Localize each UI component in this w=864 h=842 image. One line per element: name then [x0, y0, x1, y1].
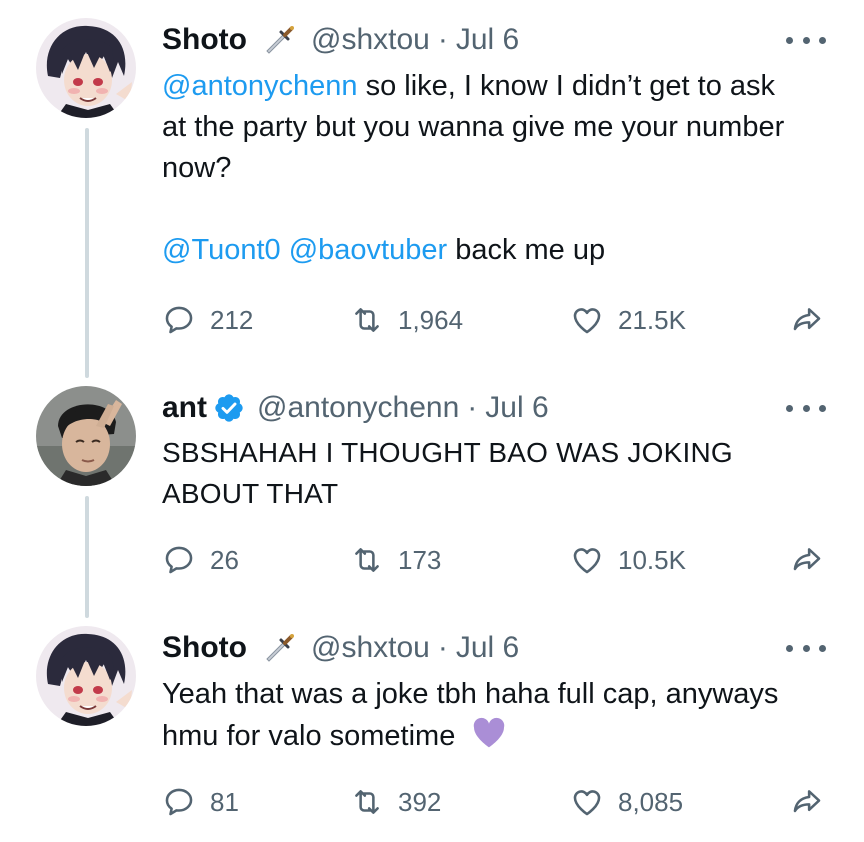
action-bar: 81 392 8,085: [162, 782, 842, 822]
reply-count: 81: [210, 786, 239, 817]
retweet-button[interactable]: 1,964: [350, 300, 463, 340]
text-line: ABOUT THAT: [162, 478, 339, 509]
display-name[interactable]: ant: [162, 391, 207, 425]
action-bar: 212 1,964 21.5K: [162, 300, 842, 340]
text-line: @Tuont0 @baovtuber back me up: [162, 230, 842, 271]
share-icon: [793, 548, 821, 571]
verified-badge-icon: [213, 392, 245, 424]
retweet-button[interactable]: 392: [350, 782, 441, 822]
text-line: SBSHAHAH I THOUGHT BAO WAS JOKING: [162, 437, 733, 468]
reply-button[interactable]: 26: [162, 540, 239, 580]
text-line: Yeah that was a joke tbh haha full cap, …: [162, 678, 779, 710]
like-count: 21.5K: [618, 304, 686, 335]
purple-heart-icon: [471, 715, 507, 763]
tweet-text: Yeah that was a joke tbh haha full cap, …: [162, 674, 842, 763]
action-bar: 26 173 10.5K: [162, 540, 842, 580]
reply-button[interactable]: 81: [162, 782, 239, 822]
text-line: @antonychenn so like, I know I didn’t ge…: [162, 66, 842, 107]
like-count: 8,085: [618, 786, 684, 817]
like-button[interactable]: 8,085: [570, 782, 683, 822]
heart-icon: [573, 548, 601, 574]
timestamp[interactable]: Jul 6: [456, 631, 519, 665]
reply-icon: [165, 306, 193, 334]
share-button[interactable]: [790, 540, 824, 580]
timestamp[interactable]: Jul 6: [456, 23, 519, 57]
mention-link[interactable]: @antonychenn: [162, 70, 358, 102]
text-line: now?: [162, 152, 232, 184]
text-segment: hmu for valo sometime: [162, 720, 456, 752]
handle[interactable]: @antonychenn: [257, 391, 459, 425]
mention-link[interactable]: @Tuont0: [162, 234, 281, 266]
share-icon: [793, 790, 821, 813]
separator: ·: [437, 631, 448, 664]
retweet-icon: [355, 548, 379, 572]
tweet-3[interactable]: Shoto @shxtou · Jul 6 Yeah that was a jo…: [0, 618, 864, 842]
retweet-button[interactable]: 173: [350, 540, 441, 580]
reply-icon: [165, 546, 193, 574]
timestamp[interactable]: Jul 6: [485, 391, 548, 425]
tweet-text: SBSHAHAH I THOUGHT BAO WAS JOKING ABOUT …: [162, 432, 842, 514]
text-line: hmu for valo sometime: [162, 715, 842, 763]
like-button[interactable]: 10.5K: [570, 540, 686, 580]
text-segment: back me up: [447, 234, 606, 266]
like-button[interactable]: 21.5K: [570, 300, 686, 340]
reply-button[interactable]: 212: [162, 300, 253, 340]
share-button[interactable]: [790, 300, 824, 340]
heart-icon: [573, 308, 601, 334]
reply-count: 212: [210, 304, 254, 335]
retweet-icon: [355, 790, 379, 814]
retweet-count: 392: [398, 786, 442, 817]
mention-link[interactable]: @baovtuber: [289, 234, 447, 266]
more-options-icon[interactable]: [786, 30, 826, 50]
display-name[interactable]: Shoto: [162, 23, 247, 57]
retweet-count: 173: [398, 544, 442, 575]
tweet-1[interactable]: Shoto @shxtou · Jul 6 @antonychenn so li…: [0, 0, 864, 378]
dagger-icon: [261, 23, 295, 57]
tweet-header: Shoto @shxtou · Jul 6: [162, 20, 519, 60]
display-name[interactable]: Shoto: [162, 631, 247, 665]
tweet-header: ant @antonychenn · Jul 6: [162, 388, 549, 428]
separator: ·: [437, 23, 448, 56]
like-count: 10.5K: [618, 544, 686, 575]
handle[interactable]: @shxtou: [311, 23, 430, 57]
tweet-header: Shoto @shxtou · Jul 6: [162, 628, 519, 668]
more-options-icon[interactable]: [786, 638, 826, 658]
text-line: at the party but you wanna give me your …: [162, 111, 785, 143]
tweet-text: @antonychenn so like, I know I didn’t ge…: [162, 66, 842, 271]
reply-count: 26: [210, 544, 239, 575]
heart-icon: [573, 790, 601, 816]
share-button[interactable]: [790, 782, 824, 822]
avatar[interactable]: [36, 18, 136, 118]
more-options-icon[interactable]: [786, 398, 826, 418]
reply-icon: [165, 788, 193, 816]
share-icon: [793, 308, 821, 331]
handle[interactable]: @shxtou: [311, 631, 430, 665]
separator: ·: [467, 391, 478, 424]
retweet-count: 1,964: [398, 304, 464, 335]
retweet-icon: [355, 308, 379, 332]
avatar[interactable]: [36, 386, 136, 486]
dagger-icon: [261, 631, 295, 665]
text-segment: so like, I know I didn’t get to ask: [357, 70, 776, 102]
avatar[interactable]: [36, 626, 136, 726]
tweet-2[interactable]: ant @antonychenn · Jul 6 SBSHAHAH I THOU…: [0, 378, 864, 618]
